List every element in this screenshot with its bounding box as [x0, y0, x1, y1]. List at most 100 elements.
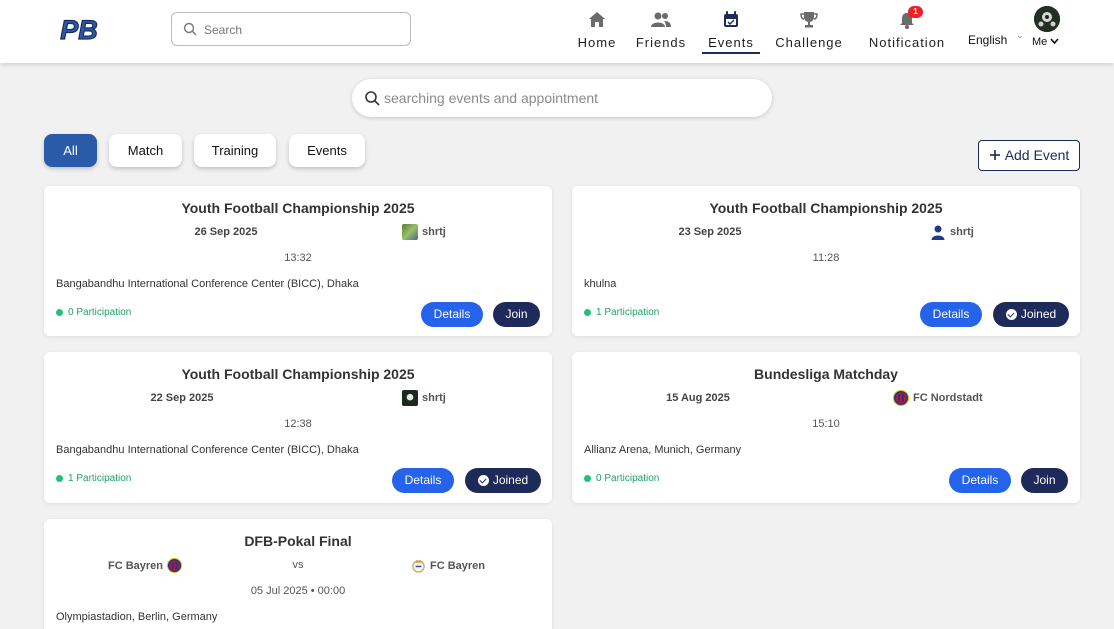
nav-notification[interactable]: Notification [864, 10, 950, 54]
global-search[interactable] [171, 12, 411, 46]
event-search[interactable] [352, 79, 772, 117]
me-label: Me [1032, 36, 1048, 48]
joined-button[interactable]: Joined [465, 468, 541, 493]
participation-count: 1 Participation [584, 307, 659, 318]
details-button[interactable]: Details [920, 302, 982, 327]
search-icon [365, 91, 380, 106]
away-team: FC Bayren [411, 558, 485, 573]
organizer-avatar [402, 224, 418, 240]
event-location: Allianz Arena, Munich, Germany [584, 444, 742, 456]
language-selector[interactable]: English [968, 33, 1007, 47]
event-title: Youth Football Championship 2025 [181, 200, 415, 216]
organizer-name: shrtj [422, 392, 446, 404]
logo-text: PB [60, 15, 98, 45]
trophy-icon [800, 12, 818, 28]
participation-count: 0 Participation [56, 307, 131, 318]
join-button[interactable]: Join [1021, 468, 1068, 493]
event-date: 22 Sep 2025 [150, 392, 214, 404]
status-dot [584, 475, 591, 482]
event-date: 15 Aug 2025 [666, 392, 730, 404]
event-search-input[interactable] [384, 88, 759, 108]
nav-challenge[interactable]: Challenge [772, 10, 846, 54]
event-title: Bundesliga Matchday [754, 366, 898, 382]
event-date: 26 Sep 2025 [194, 226, 258, 238]
event-time: 12:38 [284, 418, 312, 430]
participation-count: 0 Participation [584, 473, 659, 484]
nav-challenge-label: Challenge [775, 35, 843, 50]
add-event-button[interactable]: Add Event [978, 140, 1080, 171]
avatar[interactable] [1034, 6, 1060, 32]
joined-label: Joined [1020, 307, 1057, 321]
search-input[interactable] [204, 20, 404, 40]
participation-label: 0 Participation [596, 473, 660, 484]
plus-icon [989, 150, 1000, 160]
chevron-down-icon [1050, 38, 1059, 45]
joined-button[interactable]: Joined [993, 302, 1069, 327]
nav-home-label: Home [577, 35, 617, 50]
event-card: Youth Football Championship 2025 22 Sep … [44, 352, 552, 503]
event-card: Youth Football Championship 2025 23 Sep … [572, 186, 1080, 336]
user-icon [931, 225, 945, 240]
event-date: 23 Sep 2025 [678, 226, 742, 238]
search-icon [183, 22, 197, 36]
match-title: DFB-Pokal Final [244, 533, 352, 549]
event-organizer: shrtj [402, 224, 446, 240]
nav-home[interactable]: Home [576, 10, 618, 54]
match-card: DFB-Pokal Final FC Bayren vs FC Bayren 0… [44, 519, 552, 629]
me-menu[interactable]: Me [1032, 36, 1059, 48]
event-card: Bundesliga Matchday 15 Aug 2025 FC Nords… [572, 352, 1080, 503]
logo[interactable]: PB [58, 12, 100, 46]
nav-friends-label: Friends [635, 35, 687, 50]
event-organizer: FC Nordstadt [893, 390, 983, 406]
nav-notification-label: Notification [868, 35, 946, 50]
event-time: 15:10 [812, 418, 840, 430]
add-event-label: Add Event [1004, 147, 1070, 163]
event-location: Bangabandhu International Conference Cen… [56, 278, 359, 290]
active-tab-indicator [702, 52, 760, 54]
match-datetime: 05 Jul 2025 • 00:00 [250, 585, 346, 597]
top-navigation-bar: PB Home Friends Events Challenge Notific… [0, 0, 1114, 63]
organizer-name: shrtj [422, 226, 446, 238]
status-dot [584, 309, 591, 316]
away-team-name: FC Bayren [430, 559, 486, 572]
status-dot [56, 475, 63, 482]
check-circle-icon [477, 475, 489, 486]
club-crest-icon [893, 390, 909, 406]
calendar-icon [724, 11, 738, 27]
tab-all[interactable]: All [44, 134, 97, 167]
organizer-name: shrtj [950, 226, 974, 238]
club-crest-icon [412, 559, 425, 573]
participation-count: 1 Participation [56, 473, 131, 484]
nav-events[interactable]: Events [704, 10, 758, 54]
participation-label: 1 Participation [68, 473, 132, 484]
event-time: 13:32 [284, 252, 312, 264]
event-organizer: shrtj [930, 224, 974, 240]
home-icon [589, 12, 605, 27]
chevron-down-icon[interactable]: ⌄ [1016, 30, 1024, 41]
organizer-avatar [402, 390, 418, 406]
nav-events-label: Events [708, 35, 754, 50]
participation-label: 0 Participation [68, 307, 132, 318]
details-button[interactable]: Details [421, 302, 483, 327]
tab-events[interactable]: Events [289, 134, 365, 167]
match-location: Olympiastadion, Berlin, Germany [56, 611, 218, 623]
event-time: 11:28 [812, 252, 840, 264]
joined-label: Joined [492, 473, 529, 487]
check-circle-icon [1005, 309, 1017, 320]
details-button[interactable]: Details [392, 468, 454, 493]
event-location: Bangabandhu International Conference Cen… [56, 444, 359, 456]
nav-friends[interactable]: Friends [634, 10, 688, 54]
organizer-name: FC Nordstadt [913, 392, 983, 404]
status-dot [56, 309, 63, 316]
tab-match[interactable]: Match [109, 134, 182, 167]
event-organizer: shrtj [402, 390, 446, 406]
event-card: Youth Football Championship 2025 26 Sep … [44, 186, 552, 336]
event-title: Youth Football Championship 2025 [709, 200, 943, 216]
notification-badge: 1 [908, 6, 923, 18]
participation-label: 1 Participation [596, 307, 660, 318]
details-button[interactable]: Details [949, 468, 1011, 493]
join-button[interactable]: Join [493, 302, 540, 327]
friends-icon [651, 12, 671, 27]
tab-training[interactable]: Training [194, 134, 276, 167]
event-location: khulna [584, 278, 617, 290]
